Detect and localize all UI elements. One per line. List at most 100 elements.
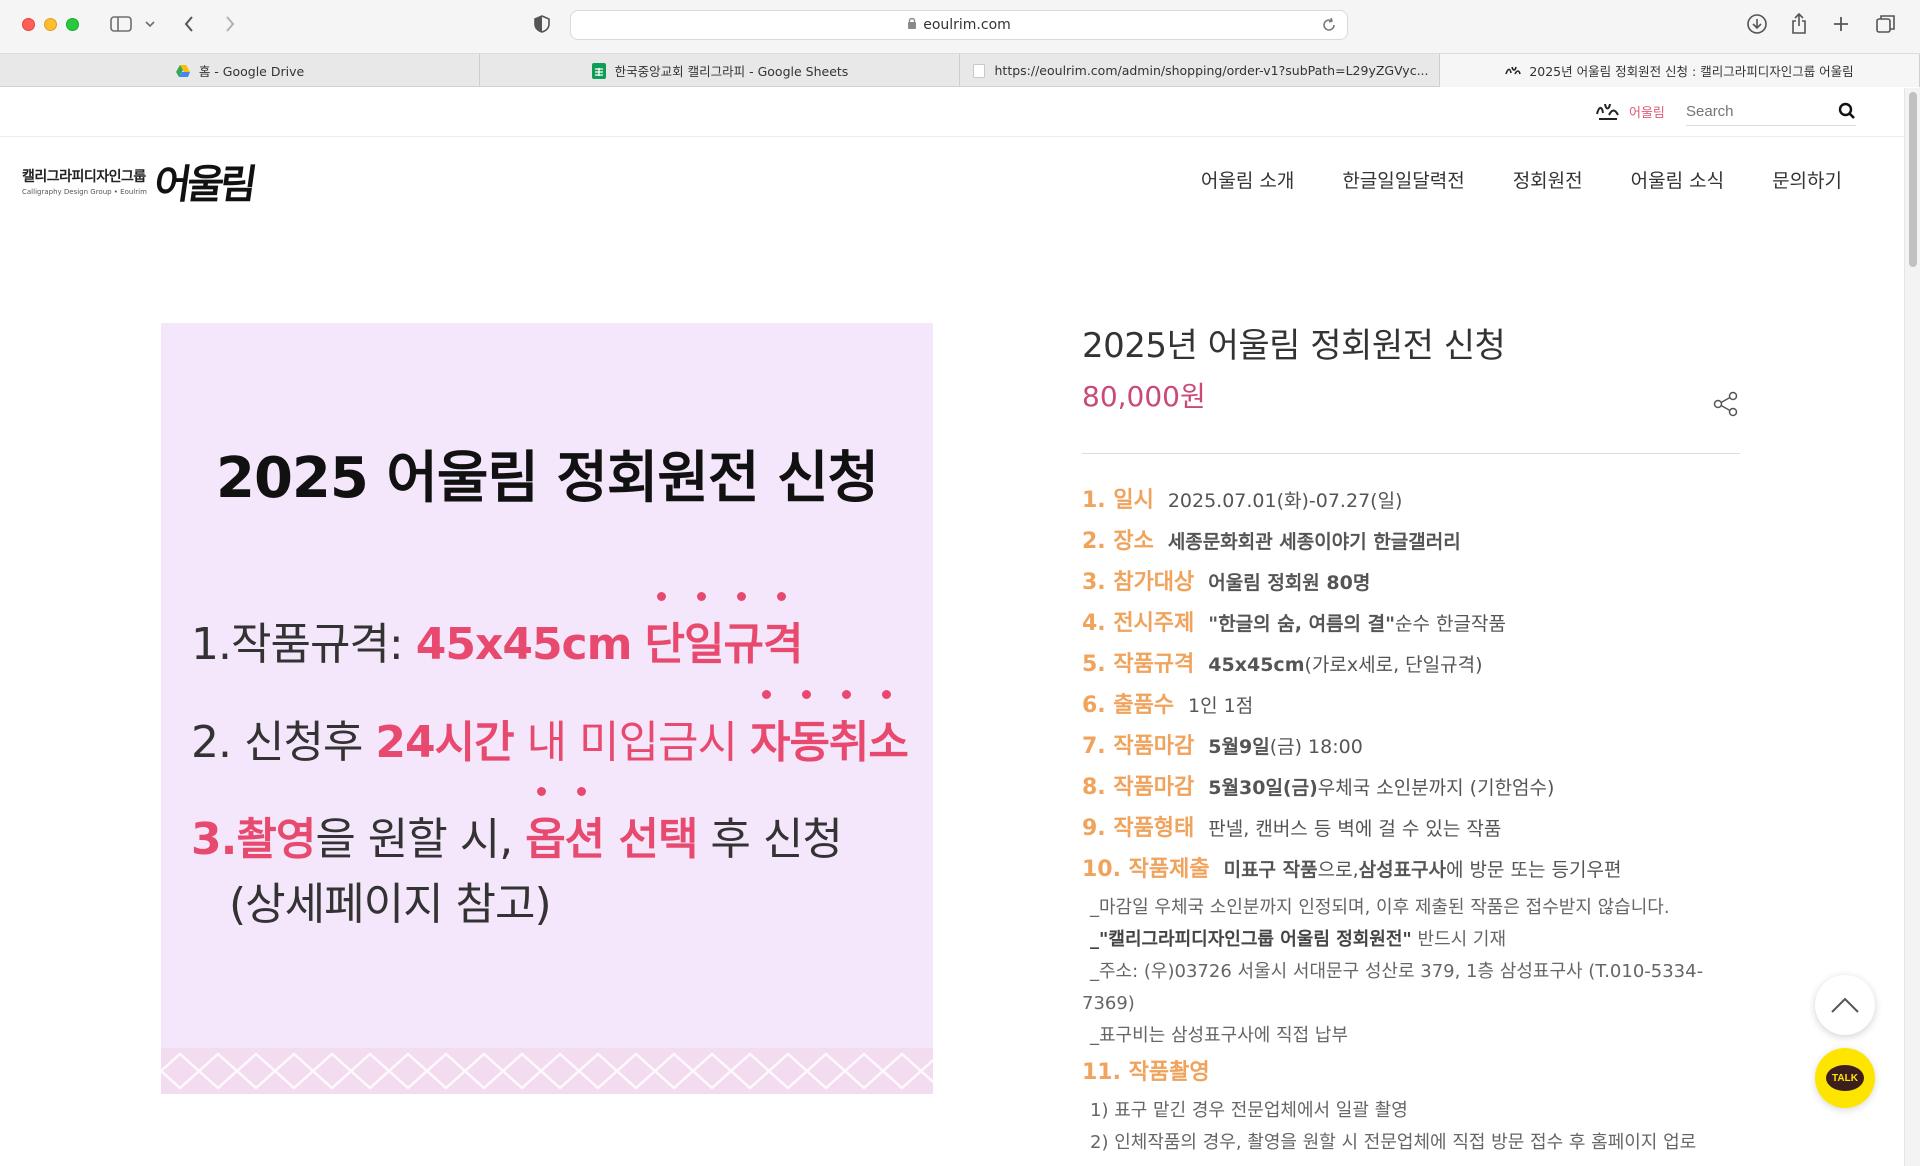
- banner-line-3-mid: 을 원할 시,: [315, 814, 526, 865]
- banner-line-1-prefix: 1.작품규격:: [191, 619, 416, 670]
- kakao-talk-button[interactable]: TALK: [1815, 1048, 1875, 1108]
- detail-note: _마감일 우체국 소인분까지 인정되며, 이후 제출된 작품은 접수받지 않습니…: [1090, 897, 1670, 918]
- detail-bold: "한글의 숨, 여름의 결": [1208, 613, 1395, 635]
- top-utility-bar: 어울림: [0, 88, 1904, 137]
- address-bar[interactable]: eoulrim.com: [570, 10, 1348, 40]
- scrollbar-thumb[interactable]: [1909, 92, 1917, 267]
- chevron-up-icon: [1831, 997, 1859, 1013]
- detail-note: _주소: (우)03726 서울시 서대문구 성산로 379, 1층 삼성표구사…: [1082, 961, 1704, 1014]
- page-scrollbar[interactable]: [1904, 88, 1920, 1166]
- search-input[interactable]: [1686, 98, 1826, 124]
- detail-value: 에 방문 또는 등기우편: [1446, 859, 1622, 881]
- nav-news[interactable]: 어울림 소식: [1631, 166, 1724, 193]
- share-icon[interactable]: [1712, 390, 1740, 418]
- share-icon[interactable]: [1790, 12, 1808, 36]
- privacy-shield-icon[interactable]: [534, 12, 550, 36]
- close-window-button[interactable]: [22, 18, 35, 31]
- detail-label: 10. 작품제출: [1082, 857, 1210, 882]
- tab-label: 2025년 어울림 정회원전 신청 : 캘리그라피디자인그룹 어울림: [1529, 64, 1854, 79]
- tab-label: https://eoulrim.com/admin/shopping/order…: [994, 63, 1429, 78]
- eoulrim-icon: [1505, 63, 1522, 79]
- detail-row: 9. 작품형태 판넬, 캔버스 등 벽에 걸 수 있는 작품: [1082, 810, 1740, 851]
- detail-value: 1인 1점: [1188, 695, 1254, 717]
- tab-bar: 홈 - Google Drive 한국중앙교회 캘리그라피 - Google S…: [0, 54, 1920, 87]
- top-brand-link[interactable]: 어울림: [1595, 100, 1665, 122]
- detail-row: 7. 작품마감 5월9일 (금) 18:00: [1082, 728, 1740, 769]
- logo-calligraphy-mark: 어울림: [151, 161, 257, 208]
- detail-value: 으로,: [1317, 859, 1359, 881]
- detail-note: 2) 인체작품의 경우, 촬영을 원할 시 전문업체에 직접 방문 접수 후 홈…: [1090, 1132, 1697, 1153]
- detail-note-suffix: 반드시 기재: [1411, 929, 1507, 950]
- banner-line-1: 1.작품규격: 45x45cm 단일규격: [191, 592, 804, 672]
- scroll-to-top-button[interactable]: [1815, 975, 1875, 1035]
- nav-member-exhibition[interactable]: 정회원전: [1513, 166, 1583, 193]
- detail-value: 세종문화회관 세종이야기 한글갤러리: [1167, 531, 1461, 553]
- detail-label: 1. 일시: [1082, 488, 1154, 513]
- logo-main-text: 캘리그라피디자인그룹: [22, 169, 146, 185]
- banner-title: 2025 어울림 정회원전 신청: [215, 446, 879, 511]
- zoom-window-button[interactable]: [66, 18, 79, 31]
- forward-icon[interactable]: [224, 12, 236, 36]
- tab-eoulrim-active[interactable]: 2025년 어울림 정회원전 신청 : 캘리그라피디자인그룹 어울림: [1440, 54, 1920, 87]
- detail-label: 4. 전시주제: [1082, 611, 1195, 636]
- banner-line-3: 3.촬영을 원할 시, 옵션 선택 후 신청: [191, 787, 843, 867]
- nav-about[interactable]: 어울림 소개: [1201, 166, 1294, 193]
- detail-value: 우체국 소인분까지 (기한엄수): [1317, 777, 1555, 799]
- search-box: [1686, 98, 1856, 126]
- banner-line-2-prefix: 2. 신청후: [191, 717, 376, 768]
- download-icon[interactable]: [1746, 12, 1768, 36]
- banner-line-3-photo: 촬영: [236, 814, 316, 865]
- product-info: 2025년 어울림 정회원전 신청 80,000원 1. 일시 2025.07.0…: [1082, 318, 1740, 1159]
- detail-value: 어울림 정회원 80명: [1208, 572, 1371, 594]
- new-tab-icon[interactable]: [1832, 12, 1850, 36]
- detail-row: 4. 전시주제 "한글의 숨, 여름의 결" 순수 한글작품: [1082, 605, 1740, 646]
- site-logo[interactable]: 캘리그라피디자인그룹 Calligraphy Design Group • Eo…: [22, 152, 256, 210]
- tab-admin-order[interactable]: https://eoulrim.com/admin/shopping/order…: [960, 54, 1440, 87]
- eoulrim-mini-logo-icon: [1596, 103, 1619, 120]
- search-icon[interactable]: [1838, 102, 1856, 124]
- logo-text: 캘리그라피디자인그룹 Calligraphy Design Group • Eo…: [22, 166, 147, 196]
- detail-note: _표구비는 삼성표구사에 직접 납부: [1090, 1025, 1349, 1046]
- reload-icon[interactable]: [1321, 17, 1337, 37]
- logo-sub-text: Calligraphy Design Group • Eoulrim: [22, 188, 147, 196]
- detail-value: 판넬, 캔버스 등 벽에 걸 수 있는 작품: [1208, 818, 1502, 840]
- talk-bubble-icon: TALK: [1826, 1065, 1864, 1091]
- tab-label: 한국중앙교회 캘리그라피 - Google Sheets: [614, 64, 849, 79]
- lock-icon: [907, 17, 917, 33]
- product-banner-image[interactable]: 2025 어울림 정회원전 신청 1.작품규격: 45x45cm 단일규격 2.…: [161, 323, 933, 1094]
- chevron-down-icon[interactable]: [145, 12, 155, 36]
- detail-row: 5. 작품규격 45x45cm (가로x세로, 단일규격): [1082, 646, 1740, 687]
- banner-line-3-suffix: 후 신청: [697, 814, 842, 865]
- nav-contact[interactable]: 문의하기: [1772, 166, 1842, 193]
- detail-note: _"캘리그라피디자인그룹 어울림 정회원전" 반드시 기재: [1082, 924, 1740, 956]
- detail-label: 3. 참가대상: [1082, 570, 1195, 595]
- nav-daily-calendar-exhibition[interactable]: 한글일일달력전: [1342, 166, 1464, 193]
- detail-label: 8. 작품마감: [1082, 775, 1195, 800]
- back-icon[interactable]: [183, 12, 195, 36]
- banner-line-1-size: 45x45cm: [415, 619, 633, 670]
- detail-label: 11. 작품촬영: [1082, 1060, 1210, 1085]
- tab-google-drive[interactable]: 홈 - Google Drive: [0, 54, 480, 87]
- detail-row: 11. 작품촬영: [1082, 1054, 1740, 1095]
- detail-value: (가로x세로, 단일규격): [1304, 654, 1483, 676]
- product-details: 1. 일시 2025.07.01(화)-07.27(일) 2. 장소 세종문화회관 …: [1082, 482, 1740, 1159]
- detail-bold: 삼성표구사: [1358, 859, 1447, 881]
- detail-label: 9. 작품형태: [1082, 816, 1195, 841]
- detail-value: 순수 한글작품: [1395, 613, 1506, 635]
- detail-label: 5. 작품규격: [1082, 652, 1195, 677]
- minimize-window-button[interactable]: [44, 18, 57, 31]
- product-price: 80,000원: [1082, 380, 1206, 413]
- tab-overview-icon[interactable]: [1876, 12, 1896, 36]
- detail-bold: 미표구 작품: [1223, 859, 1318, 881]
- detail-note: 1) 표구 맡긴 경우 전문업체에서 일괄 촬영: [1090, 1100, 1408, 1121]
- tab-google-sheets[interactable]: 한국중앙교회 캘리그라피 - Google Sheets: [480, 54, 960, 87]
- sidebar-toggle-icon[interactable]: [110, 12, 132, 36]
- detail-value: 2025.07.01(화)-07.27(일): [1167, 490, 1403, 512]
- banner-line-2-mid: 내 미입금시: [513, 717, 750, 768]
- banner-line-2: 2. 신청후 24시간 내 미입금시 자동취소: [191, 690, 909, 770]
- banner-line-3-option-text: 옵션 선택: [525, 814, 698, 865]
- divider: [1082, 453, 1740, 454]
- banner-line-1-single-size-text: 단일규격: [644, 619, 804, 670]
- detail-value: (금) 18:00: [1269, 736, 1363, 758]
- detail-label: 7. 작품마감: [1082, 734, 1195, 759]
